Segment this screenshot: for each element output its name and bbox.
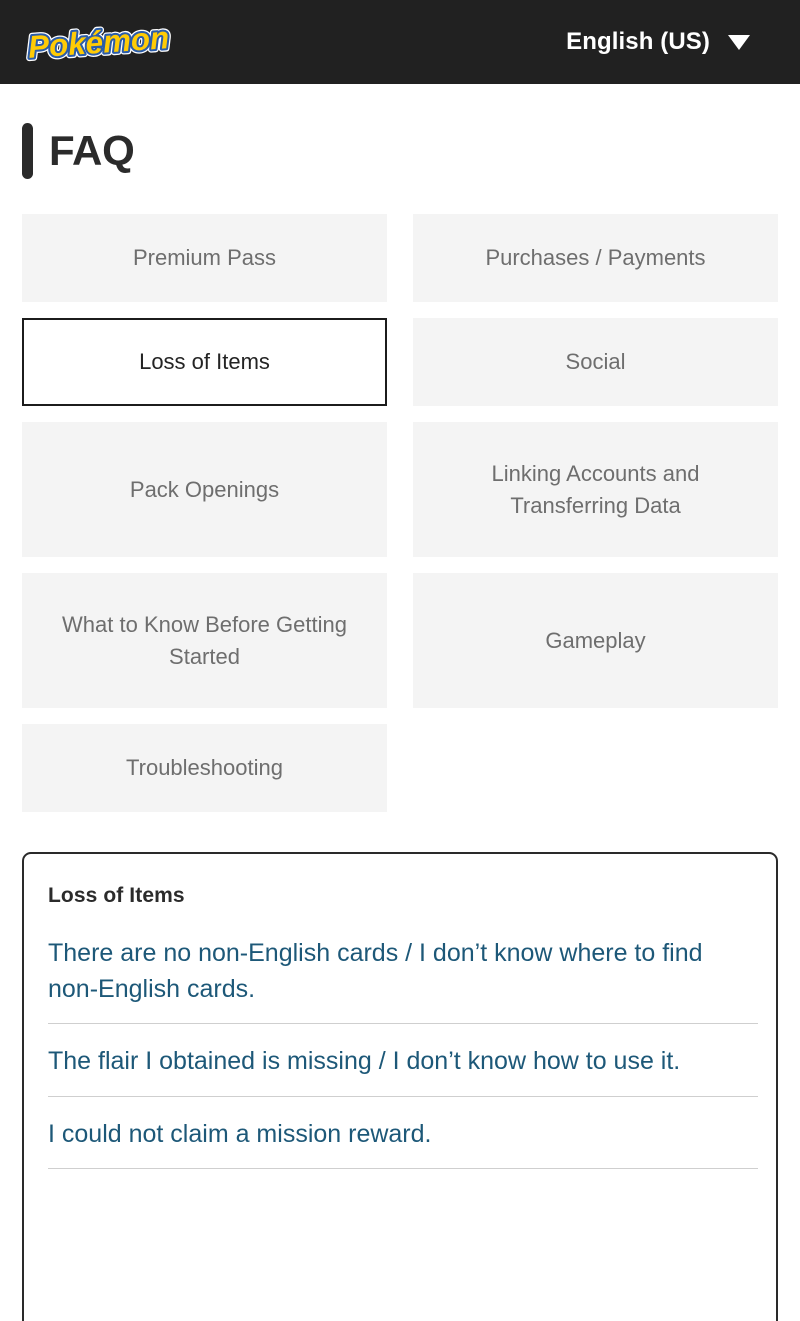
category-button-troubleshooting[interactable]: Troubleshooting [22,724,387,812]
category-label: Purchases / Payments [485,245,706,271]
title-accent-bar [22,123,33,179]
chevron-down-icon [728,34,750,50]
category-label: Pack Openings [129,476,280,502]
pokemon-logo[interactable]: Pokémon Pokémon Pokémon [22,14,184,70]
language-selector[interactable]: English (US) [566,28,774,56]
category-button-social[interactable]: Social [413,318,778,406]
faq-content-card: Loss of Items There are no non-English c… [22,852,778,1321]
list-divider [48,1095,758,1097]
category-button-gameplay[interactable]: Gameplay [413,573,778,708]
faq-card-title: Loss of Items [48,884,185,907]
category-label: What to Know Before Getting Started [62,612,347,669]
site-header: Pokémon Pokémon Pokémon English (US) [0,0,800,84]
category-button-premium-pass[interactable]: Premium Pass [22,214,387,302]
faq-question-link[interactable]: I could not claim a mission reward. [48,1115,752,1169]
category-label: Gameplay [545,627,646,653]
category-button-linking-accounts[interactable]: Linking Accounts and Transferring Data [413,422,778,557]
list-divider [48,1168,758,1169]
svg-text:Pokémon: Pokémon [27,20,170,65]
list-divider [48,1023,758,1024]
page-title: FAQ [49,127,135,174]
page-title-row: FAQ [22,120,800,182]
language-selector-label: English (US) [566,28,710,55]
category-button-loss-of-items[interactable]: Loss of Items [22,318,387,406]
category-label: Social [565,349,626,375]
category-button-what-to-know-before-getting-started[interactable]: What to Know Before Getting Started [22,573,387,708]
category-button-pack-openings[interactable]: Pack Openings [22,422,387,557]
list-item: The flair I obtained is missing / I don’… [48,1042,758,1097]
faq-question-link[interactable]: There are no non-English cards / I don’t… [48,934,752,1023]
list-item: I could not claim a mission reward. [48,1115,758,1169]
category-button-purchases-payments[interactable]: Purchases / Payments [413,214,778,302]
list-item: There are no non-English cards / I don’t… [48,934,758,1024]
faq-question-link[interactable]: The flair I obtained is missing / I don’… [48,1042,752,1096]
faq-category-grid: Premium Pass Purchases / Payments Loss o… [22,214,778,812]
faq-question-list: There are no non-English cards / I don’t… [48,934,758,1169]
category-label: Linking Accounts and Transferring Data [491,461,700,518]
category-label: Troubleshooting [126,755,283,781]
category-label: Loss of Items [139,349,270,375]
category-label: Premium Pass [132,245,277,271]
